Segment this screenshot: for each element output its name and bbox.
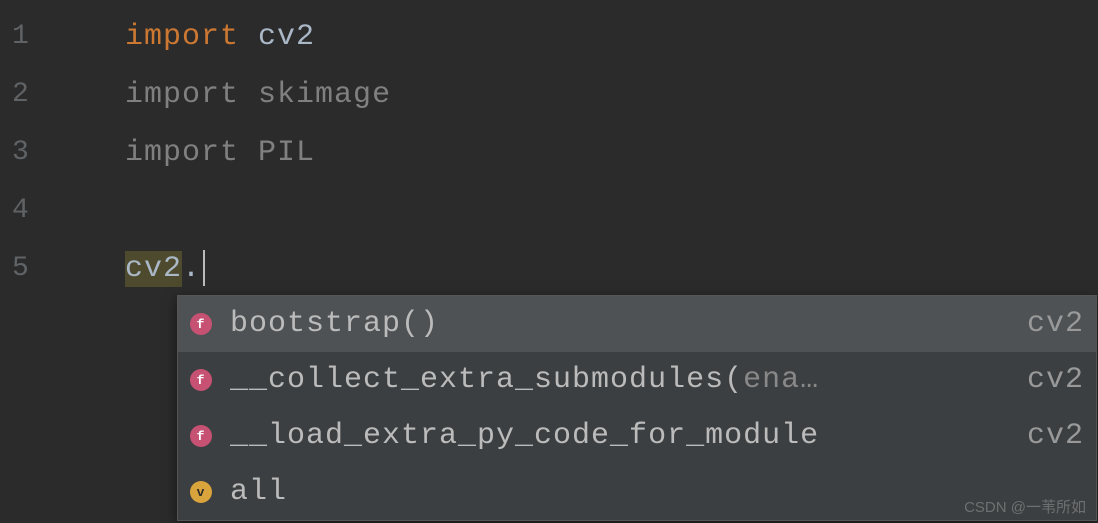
autocomplete-item[interactable]: f bootstrap() cv2 [178, 296, 1096, 352]
code-line[interactable] [125, 192, 1098, 250]
line-number: 1 [12, 18, 55, 76]
autocomplete-popup[interactable]: f bootstrap() cv2 f __collect_extra_subm… [177, 295, 1097, 521]
autocomplete-item[interactable]: v all [178, 464, 1096, 520]
line-number: 5 [12, 250, 55, 308]
module-name: cv2 [258, 20, 315, 54]
dot-operator: . [182, 252, 201, 286]
keyword-import: import [125, 20, 239, 54]
line-number-gutter: 1 2 3 4 5 [0, 0, 55, 523]
completion-name: __collect_extra_submodules(ena… [230, 363, 1007, 397]
completion-name: __load_extra_py_code_for_module [230, 419, 1007, 453]
code-line[interactable]: import PIL [125, 134, 1098, 192]
module-name: skimage [258, 78, 391, 112]
autocomplete-item[interactable]: f __load_extra_py_code_for_module cv2 [178, 408, 1096, 464]
function-icon: f [190, 313, 212, 335]
function-icon: f [190, 425, 212, 447]
line-number: 4 [12, 192, 55, 250]
code-line[interactable]: import cv2 [125, 18, 1098, 76]
autocomplete-item[interactable]: f __collect_extra_submodules(ena… cv2 [178, 352, 1096, 408]
code-line[interactable]: import skimage [125, 76, 1098, 134]
variable-icon: v [190, 481, 212, 503]
function-icon: f [190, 369, 212, 391]
completion-module: cv2 [1027, 419, 1084, 453]
text-cursor [203, 250, 205, 286]
completion-module: cv2 [1027, 307, 1084, 341]
module-name: PIL [258, 136, 315, 170]
keyword-import: import [125, 136, 239, 170]
completion-name: all [230, 475, 1064, 509]
line-number: 2 [12, 76, 55, 134]
completion-name: bootstrap() [230, 307, 1007, 341]
completion-module: cv2 [1027, 363, 1084, 397]
object-reference: cv2 [125, 251, 182, 287]
line-number: 3 [12, 134, 55, 192]
keyword-import: import [125, 78, 239, 112]
watermark: CSDN @一苇所如 [964, 496, 1086, 517]
